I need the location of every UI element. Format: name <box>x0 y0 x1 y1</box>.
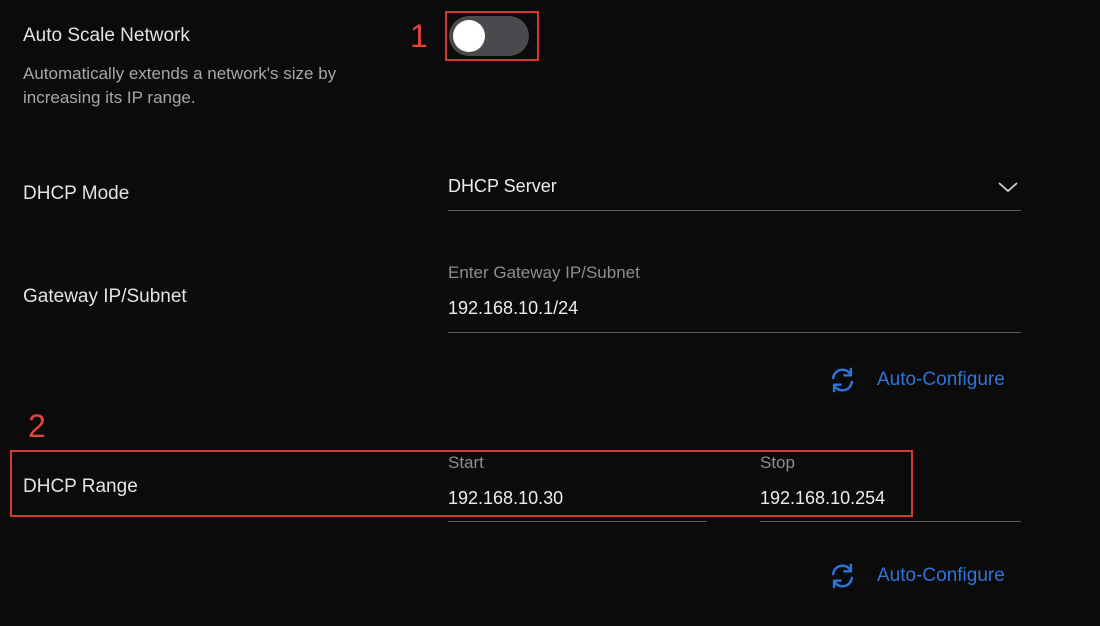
dhcp-range-start-label: Start <box>448 453 484 472</box>
chevron-down-icon <box>997 180 1019 194</box>
auto-scale-network-label: Auto Scale Network <box>23 25 190 46</box>
gateway-label: Gateway IP/Subnet <box>23 286 187 307</box>
dhcp-range-stop-label: Stop <box>760 453 795 472</box>
annotation-number-1: 1 <box>410 18 428 54</box>
dhcp-range-auto-configure-label: Auto-Configure <box>877 565 1005 586</box>
dhcp-range-stop-value: 192.168.10.254 <box>760 488 886 508</box>
dhcp-mode-label: DHCP Mode <box>23 183 130 204</box>
auto-scale-description-line2: increasing its IP range. <box>23 88 196 107</box>
dhcp-range-start-value: 192.168.10.30 <box>448 488 564 508</box>
dhcp-range-label: DHCP Range <box>23 476 138 497</box>
gateway-auto-configure-label: Auto-Configure <box>877 369 1005 390</box>
auto-scale-description-line1: Automatically extends a network's size b… <box>23 64 337 83</box>
dhcp-mode-underline <box>448 210 1021 211</box>
dhcp-mode-selected-value: DHCP Server <box>448 176 557 196</box>
dhcp-range-start-underline <box>448 521 707 522</box>
dhcp-mode-select[interactable]: DHCP Server <box>448 165 1021 211</box>
annotation-number-2: 2 <box>28 408 46 444</box>
dhcp-range-stop-input[interactable]: 192.168.10.254 <box>760 480 1021 522</box>
toggle-knob <box>453 20 485 52</box>
dhcp-range-auto-configure-button[interactable]: Auto-Configure <box>828 562 1005 590</box>
gateway-input-value: 192.168.10.1/24 <box>448 298 579 318</box>
dhcp-range-start-input[interactable]: 192.168.10.30 <box>448 480 707 522</box>
auto-scale-description: Automatically extends a network's size b… <box>23 62 336 110</box>
gateway-field-placeholder: Enter Gateway IP/Subnet <box>448 263 640 282</box>
gateway-underline <box>448 332 1021 333</box>
refresh-icon <box>828 562 857 590</box>
refresh-icon <box>828 366 857 394</box>
gateway-auto-configure-button[interactable]: Auto-Configure <box>828 366 1005 394</box>
auto-scale-toggle[interactable] <box>449 16 529 56</box>
gateway-input[interactable]: 192.168.10.1/24 <box>448 290 1021 333</box>
dhcp-range-stop-underline <box>760 521 1021 522</box>
